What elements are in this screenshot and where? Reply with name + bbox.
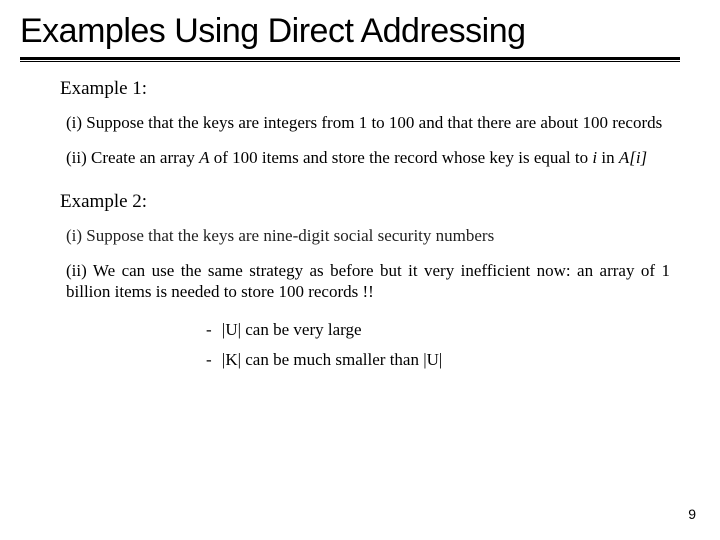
page-title: Examples Using Direct Addressing (20, 12, 700, 51)
sublist-item-K: - |K| can be much smaller than |U| (206, 350, 670, 370)
text: can be very large (241, 320, 362, 339)
slide: Examples Using Direct Addressing Example… (0, 0, 720, 540)
example-2-content: (i) Suppose that the keys are nine-digit… (60, 225, 676, 371)
var-abs-U: |U| (222, 320, 241, 339)
sublist-item-U: - |U| can be very large (206, 320, 670, 340)
text: (ii) Create an array (66, 148, 199, 167)
page-number: 9 (688, 506, 696, 522)
text: in (597, 148, 619, 167)
var-Ai: A[i] (619, 148, 647, 167)
var-abs-U-2: |U| (423, 350, 442, 369)
dash-icon: - (206, 320, 212, 340)
title-underline (20, 57, 680, 62)
var-abs-K: |K| (222, 350, 241, 369)
example-2-item-ii: (ii) We can use the same strategy as bef… (66, 260, 670, 303)
dash-icon: - (206, 350, 212, 370)
example-1-item-i: (i) Suppose that the keys are integers f… (66, 112, 670, 133)
example-1-content: (i) Suppose that the keys are integers f… (60, 112, 676, 169)
text: can be much smaller than (241, 350, 423, 369)
example-1-item-ii: (ii) Create an array A of 100 items and … (66, 147, 670, 168)
example-2-label: Example 2: (60, 191, 676, 213)
text: of 100 items and store the record whose … (209, 148, 592, 167)
example-2-sublist: - |U| can be very large - |K| can be muc… (66, 320, 670, 370)
example-1-label: Example 1: (60, 78, 676, 100)
example-2-item-i: (i) Suppose that the keys are nine-digit… (66, 225, 670, 246)
slide-body: Example 1: (i) Suppose that the keys are… (20, 64, 700, 370)
var-A: A (199, 148, 209, 167)
